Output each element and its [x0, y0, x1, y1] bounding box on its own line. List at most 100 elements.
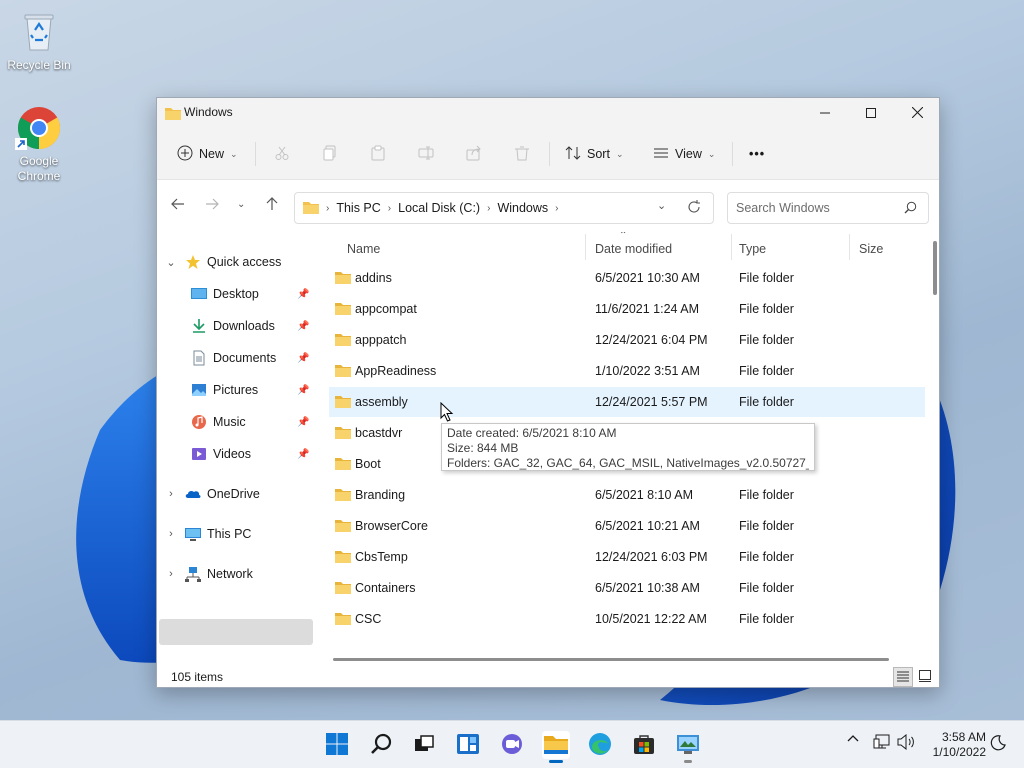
copy-button[interactable]	[322, 140, 338, 168]
column-label: Type	[739, 242, 767, 256]
chevron-right-icon: ›	[326, 202, 330, 214]
nav-quick-access[interactable]: ⌄ Quick access	[157, 249, 317, 275]
widgets-button[interactable]	[454, 731, 482, 759]
volume-tray-button[interactable]	[897, 733, 915, 753]
rename-button[interactable]	[418, 140, 434, 168]
folder-icon	[335, 611, 351, 628]
clock[interactable]: 3:58 AM 1/10/2022	[920, 730, 986, 760]
notifications-button[interactable]	[990, 735, 1006, 754]
store-button[interactable]	[630, 731, 658, 759]
maximize-button[interactable]	[848, 98, 894, 128]
file-row[interactable]: appcompat 11/6/2021 1:24 AM File folder	[329, 294, 925, 324]
file-row[interactable]: Branding 6/5/2021 8:10 AM File folder	[329, 480, 925, 510]
onedrive-icon	[185, 486, 201, 502]
up-button[interactable]	[265, 197, 279, 214]
sort-button[interactable]: Sort ⌄	[565, 140, 623, 168]
file-explorer-taskbar-button[interactable]	[542, 731, 570, 763]
nav-onedrive[interactable]: › OneDrive	[157, 481, 317, 507]
horizontal-scrollbar[interactable]	[333, 658, 889, 661]
nav-label: Quick access	[207, 255, 282, 269]
start-button[interactable]	[323, 731, 351, 759]
title-bar[interactable]: Windows	[157, 98, 939, 128]
forward-button[interactable]	[205, 197, 219, 214]
back-button[interactable]	[171, 197, 185, 214]
breadcrumb-windows[interactable]: Windows	[497, 201, 548, 215]
pin-icon: 📌	[297, 352, 310, 364]
task-view-button[interactable]	[410, 731, 438, 759]
chat-button[interactable]	[498, 731, 526, 759]
desktop-icon-recycle-bin[interactable]: Recycle Bin	[4, 8, 74, 73]
file-row[interactable]: Containers 6/5/2021 10:38 AM File folder	[329, 573, 925, 603]
folder-icon	[165, 106, 181, 123]
share-button[interactable]	[466, 140, 482, 168]
new-button[interactable]: New ⌄	[177, 140, 238, 168]
nav-item-downloads[interactable]: Downloads 📌	[157, 313, 317, 339]
file-date-modified: 6/5/2021 10:21 AM	[595, 519, 700, 533]
recent-locations-button[interactable]: ⌄	[237, 199, 245, 210]
refresh-button[interactable]	[687, 200, 701, 217]
close-button[interactable]	[894, 98, 940, 128]
paste-button[interactable]	[370, 140, 386, 168]
large-icons-view-button[interactable]	[915, 667, 935, 687]
divider	[549, 142, 550, 166]
store-icon	[633, 733, 655, 758]
file-row[interactable]: AppReadiness 1/10/2022 3:51 AM File folder	[329, 356, 925, 386]
file-type: File folder	[739, 519, 794, 533]
file-row[interactable]: BrowserCore 6/5/2021 10:21 AM File folder	[329, 511, 925, 541]
file-row[interactable]: apppatch 12/24/2021 6:04 PM File folder	[329, 325, 925, 355]
chevron-up-icon	[847, 733, 859, 748]
plus-circle-icon	[177, 145, 193, 164]
nav-item-videos[interactable]: Videos 📌	[157, 441, 317, 467]
column-divider[interactable]	[731, 234, 732, 260]
nav-network[interactable]: › Network	[157, 561, 317, 587]
desktop-icon-chrome[interactable]: Google Chrome	[4, 104, 74, 184]
column-label: Name	[347, 242, 381, 256]
file-row[interactable]: addins 6/5/2021 10:30 AM File folder	[329, 263, 925, 293]
address-bar[interactable]: › This PC › Local Disk (C:) › Windows › …	[294, 192, 714, 224]
file-row[interactable]: CbsTemp 12/24/2021 6:03 PM File folder	[329, 542, 925, 572]
breadcrumb-local-disk[interactable]: Local Disk (C:)	[398, 201, 480, 215]
running-indicator	[684, 760, 692, 763]
breadcrumb-this-pc[interactable]: This PC	[336, 201, 380, 215]
column-header-size[interactable]: Size	[859, 238, 883, 260]
file-date-modified: 6/5/2021 8:10 AM	[595, 488, 693, 502]
delete-button[interactable]	[514, 140, 530, 168]
nav-item-documents[interactable]: Documents 📌	[157, 345, 317, 371]
address-history-button[interactable]: ⌄	[657, 199, 666, 212]
clock-time: 3:58 AM	[941, 730, 986, 744]
nav-this-pc[interactable]	[159, 619, 313, 645]
search-input[interactable]: Search Windows	[727, 192, 929, 224]
column-divider[interactable]	[849, 234, 850, 260]
nav-label: Videos	[213, 447, 251, 461]
more-options-button[interactable]: •••	[749, 140, 765, 168]
edge-button[interactable]	[586, 731, 614, 759]
control-panel-button[interactable]	[674, 731, 702, 763]
nav-item-music[interactable]: Music 📌	[157, 409, 317, 435]
column-header-type[interactable]: Type	[739, 238, 766, 260]
taskbar-search-button[interactable]	[367, 731, 395, 759]
column-divider[interactable]	[585, 234, 586, 260]
view-button[interactable]: View ⌄	[653, 140, 715, 168]
cut-button[interactable]	[274, 140, 290, 168]
taskbar: 3:58 AM 1/10/2022	[0, 720, 1024, 768]
widgets-icon	[456, 732, 480, 759]
nav-item-desktop[interactable]: Desktop 📌	[157, 281, 317, 307]
folder-icon	[335, 580, 351, 597]
column-header-date[interactable]: Date modified	[595, 238, 672, 260]
file-row[interactable]: assembly 12/24/2021 5:57 PM File folder	[329, 387, 925, 417]
show-hidden-icons-button[interactable]	[847, 733, 859, 748]
search-icon	[904, 201, 917, 217]
details-view-button[interactable]	[893, 667, 913, 687]
nav-this-pc-row[interactable]: › This PC	[157, 521, 317, 547]
file-type: File folder	[739, 550, 794, 564]
share-icon	[466, 145, 482, 164]
column-header-name[interactable]: Name	[347, 238, 380, 260]
vertical-scrollbar[interactable]	[933, 241, 937, 295]
nav-item-pictures[interactable]: Pictures 📌	[157, 377, 317, 403]
file-type: File folder	[739, 333, 794, 347]
network-tray-button[interactable]	[873, 734, 891, 753]
focus-assist-moon-icon	[990, 735, 1006, 754]
file-row[interactable]: CSC 10/5/2021 12:22 AM File folder	[329, 604, 925, 634]
minimize-button[interactable]	[802, 98, 848, 128]
file-name: addins	[355, 271, 392, 285]
